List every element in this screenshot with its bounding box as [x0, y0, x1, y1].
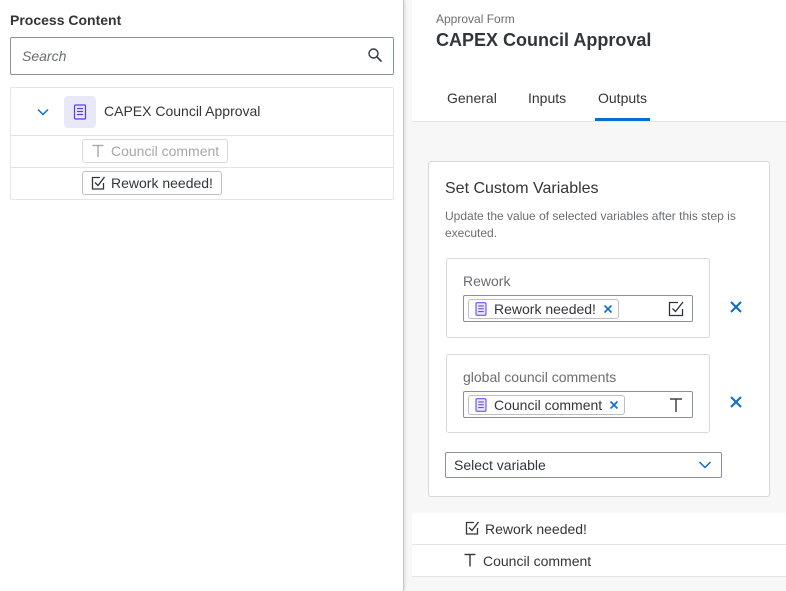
- checkbox-type-icon: [91, 176, 106, 190]
- list-item[interactable]: Council comment: [412, 545, 786, 577]
- panel-eyebrow: Approval Form: [436, 12, 515, 26]
- council-comment-token: Council comment: [82, 139, 229, 163]
- variable-value-input[interactable]: Rework needed!: [463, 295, 693, 322]
- select-variable-dropdown[interactable]: Select variable: [445, 452, 722, 478]
- rework-needed-token[interactable]: Rework needed!: [82, 171, 222, 195]
- variable-label: Rework: [463, 273, 511, 289]
- tab-inputs[interactable]: Inputs: [528, 90, 566, 106]
- remove-variable-icon[interactable]: [729, 300, 743, 314]
- chip-remove-icon[interactable]: [603, 304, 613, 314]
- chip-label: Rework needed!: [494, 301, 596, 317]
- form-icon: [475, 398, 487, 412]
- checkbox-type-icon: [465, 521, 480, 535]
- page-title: CAPEX Council Approval: [436, 30, 652, 50]
- value-chip[interactable]: Rework needed!: [468, 299, 619, 319]
- value-chip[interactable]: Council comment: [468, 395, 626, 415]
- text-type-icon: [670, 398, 682, 412]
- remove-variable-icon[interactable]: [729, 395, 743, 409]
- variable-box-global-council-comments: global council comments Council comment: [446, 354, 710, 433]
- variable-box-rework: Rework Rework needed!: [446, 258, 710, 338]
- tree-row-rework-needed[interactable]: Rework needed!: [11, 168, 393, 200]
- variable-label: global council comments: [463, 369, 617, 385]
- process-content-tree: CAPEX Council Approval Council comment R…: [10, 87, 394, 200]
- list-item-label: Council comment: [483, 553, 592, 569]
- process-content-popup: Process Content CAPEX Council Approval: [0, 0, 404, 591]
- chevron-down-icon[interactable]: [36, 105, 50, 119]
- select-label: Select variable: [454, 457, 546, 473]
- card-title: Set Custom Variables: [445, 180, 599, 197]
- popup-title: Process Content: [10, 12, 122, 28]
- tab-bar: General Inputs Outputs: [412, 76, 786, 122]
- list-item-label: Rework needed!: [485, 521, 587, 537]
- form-icon: [475, 302, 487, 316]
- tree-root-row[interactable]: CAPEX Council Approval: [11, 88, 393, 136]
- checkbox-type-icon: [668, 301, 684, 317]
- custom-variables-card: Set Custom Variables Update the value of…: [428, 161, 770, 497]
- variable-value-input[interactable]: Council comment: [463, 391, 693, 418]
- form-icon: [64, 96, 96, 128]
- text-type-icon: [92, 144, 104, 157]
- token-label: Council comment: [111, 143, 220, 159]
- tree-root-label: CAPEX Council Approval: [104, 103, 261, 119]
- list-item[interactable]: Rework needed!: [412, 513, 786, 545]
- chevron-down-icon[interactable]: [698, 460, 712, 470]
- tree-row-council-comment: Council comment: [11, 136, 393, 168]
- search-icon[interactable]: [367, 47, 383, 63]
- search-input[interactable]: [11, 38, 351, 74]
- text-type-icon: [464, 553, 476, 567]
- tab-outputs[interactable]: Outputs: [598, 90, 647, 106]
- card-description: Update the value of selected variables a…: [445, 209, 736, 240]
- approval-form-panel: Approval Form CAPEX Council Approval Gen…: [412, 0, 786, 591]
- search-field[interactable]: [10, 37, 394, 75]
- chip-label: Council comment: [494, 397, 603, 413]
- chip-remove-icon[interactable]: [609, 400, 619, 410]
- selected-tab-indicator: [595, 118, 650, 121]
- token-label: Rework needed!: [111, 175, 213, 191]
- tab-general[interactable]: General: [447, 90, 497, 106]
